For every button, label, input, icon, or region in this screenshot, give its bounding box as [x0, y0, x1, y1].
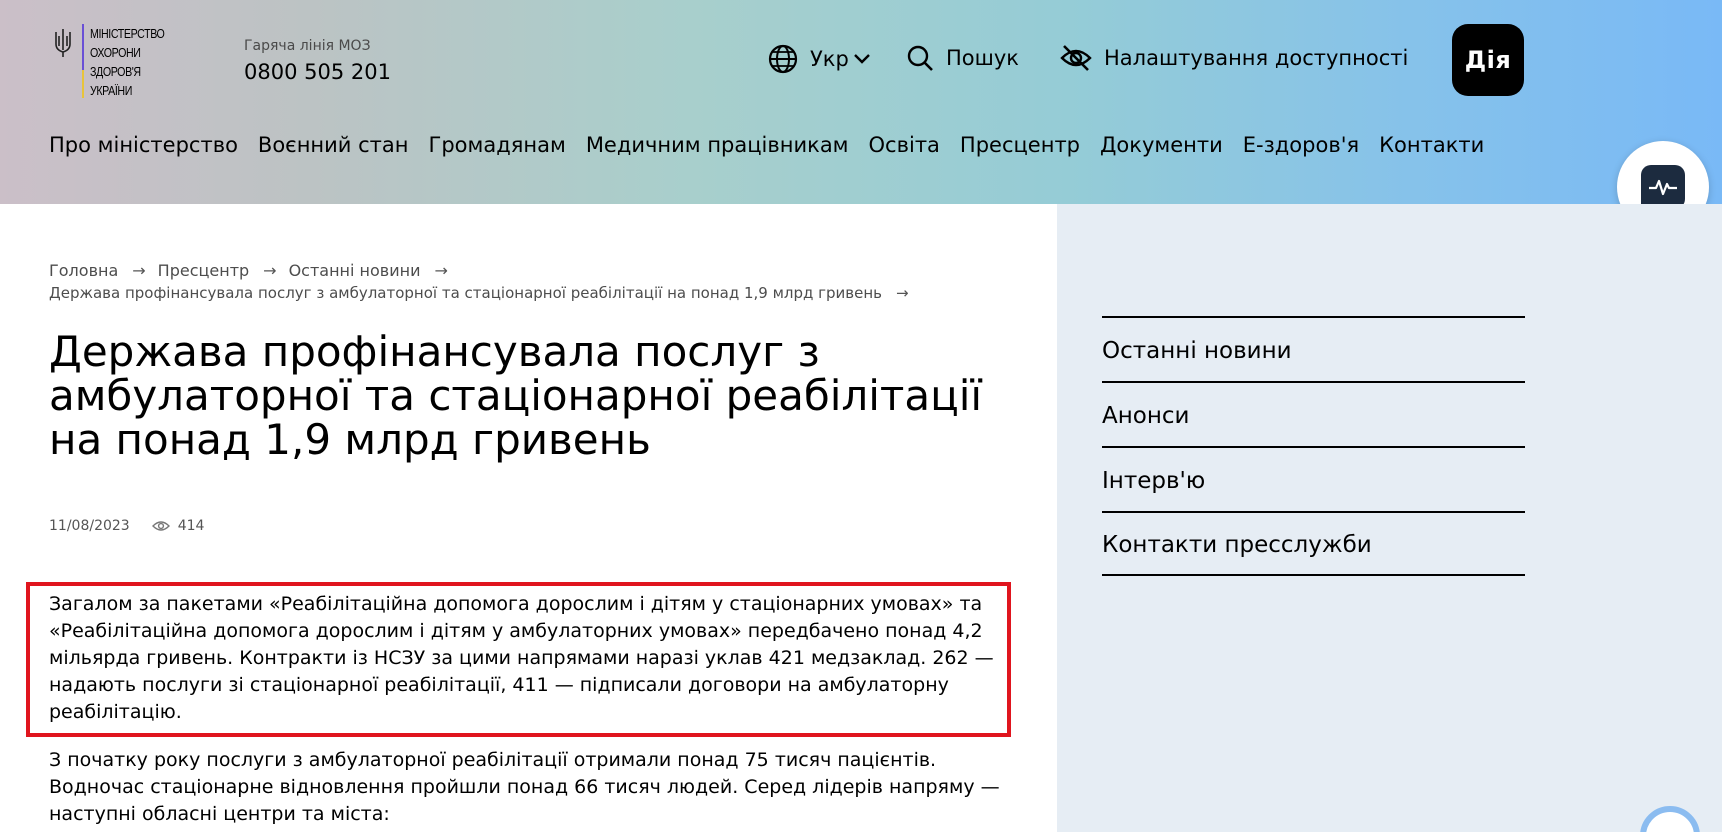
search-icon: [907, 45, 933, 71]
arrow-right-icon: →: [132, 261, 146, 280]
sidebar-item-press-contacts[interactable]: Контакти пресслужби: [1102, 511, 1525, 576]
sidebar-item-interviews[interactable]: Інтерв'ю: [1102, 446, 1525, 511]
search-label: Пошук: [946, 46, 1019, 70]
diia-button[interactable]: Дія: [1452, 24, 1524, 96]
nav-item-contacts[interactable]: Контакти: [1379, 133, 1484, 157]
eye-icon: [151, 521, 170, 531]
breadcrumb-latest-news[interactable]: Останні новини: [289, 260, 421, 282]
main-nav: Про міністерство Воєнний стан Громадянам…: [49, 133, 1484, 157]
nav-item-documents[interactable]: Документи: [1100, 133, 1223, 157]
accessibility-settings-button[interactable]: Налаштування доступності: [1060, 44, 1408, 72]
article-meta: 11/08/2023 414: [49, 518, 204, 534]
arrow-right-icon: →: [434, 261, 448, 280]
language-label: Укр: [810, 47, 849, 71]
search-button[interactable]: Пошук: [906, 44, 1019, 72]
nav-item-press-center[interactable]: Пресцентр: [960, 133, 1080, 157]
breadcrumb-home[interactable]: Головна: [49, 260, 118, 282]
page-title: Держава профінансувала послуг з амбулато…: [49, 327, 983, 464]
nav-item-education[interactable]: Освіта: [869, 133, 940, 157]
ministry-logo[interactable]: Міністерство охорони здоров'я України: [54, 24, 181, 100]
article-paragraph: З початку року послуги з амбулаторної ре…: [49, 749, 1000, 825]
language-selector[interactable]: Укр: [768, 44, 871, 74]
logo-text: Міністерство охорони здоров'я України: [90, 26, 165, 98]
article-date: 11/08/2023: [49, 518, 130, 534]
sidebar-item-announcements[interactable]: Анонси: [1102, 381, 1525, 446]
site-header: Міністерство охорони здоров'я України Га…: [0, 0, 1722, 204]
sidebar-item-latest-news[interactable]: Останні новини: [1102, 316, 1525, 381]
hotline: Гаряча лінія МОЗ 0800 505 201: [244, 38, 391, 84]
nav-item-citizens[interactable]: Громадянам: [429, 133, 566, 157]
trident-icon: [55, 29, 71, 57]
nav-item-ministry[interactable]: Про міністерство: [49, 133, 238, 157]
accessibility-label: Налаштування доступності: [1104, 46, 1409, 70]
nav-item-martial-law[interactable]: Воєнний стан: [258, 133, 409, 157]
eye-off-icon: [1060, 45, 1092, 71]
article-paragraph: Загалом за пакетами «Реабілітаційна допо…: [49, 593, 994, 723]
chevron-down-icon: [853, 54, 870, 64]
view-count: 414: [177, 518, 205, 534]
nav-item-e-health[interactable]: Е-здоров'я: [1243, 133, 1359, 157]
pulse-chat-icon: [1641, 165, 1685, 209]
breadcrumb: Головна → Пресцентр → Останні новини → Д…: [49, 260, 949, 304]
hotline-label: Гаряча лінія МОЗ: [244, 38, 371, 54]
sidebar-menu: Останні новини Анонси Інтерв'ю Контакти …: [1102, 316, 1525, 576]
arrow-right-icon: →: [263, 261, 277, 280]
breadcrumb-current: Держава профінансувала послуг з амбулато…: [49, 284, 883, 302]
nav-item-medical-workers[interactable]: Медичним працівникам: [586, 133, 849, 157]
globe-icon: [768, 44, 798, 74]
hotline-number[interactable]: 0800 505 201: [244, 60, 391, 84]
arrow-right-icon: →: [896, 284, 909, 302]
breadcrumb-press-center[interactable]: Пресцентр: [158, 260, 250, 282]
logo-divider-yellow: [82, 70, 84, 98]
